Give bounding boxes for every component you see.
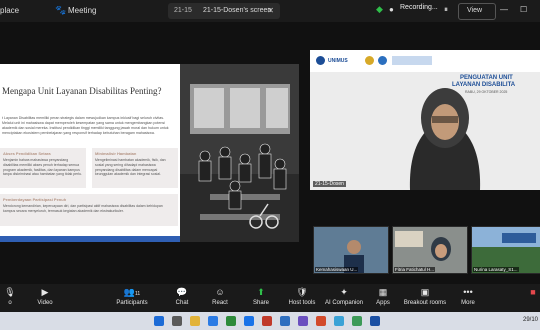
chrome-icon[interactable] <box>226 316 236 326</box>
university-logo-icon <box>316 56 325 65</box>
app-icon[interactable] <box>316 316 326 326</box>
app-icon[interactable] <box>334 316 344 326</box>
minimize-icon[interactable]: — <box>500 5 508 14</box>
slide-intro: t Layanan Disabilitas memiliki peran str… <box>2 116 169 135</box>
ai-companion-button[interactable]: ✦ AI Companion <box>322 284 366 312</box>
more-icon: ••• <box>463 287 473 297</box>
view-button[interactable]: View <box>458 3 496 20</box>
active-speaker-video[interactable]: UNIMUS PENGUATAN UNIT LAYANAN DISABILITA… <box>310 50 540 190</box>
participants-button[interactable]: 👥11 Participants <box>110 284 154 312</box>
search-icon[interactable] <box>172 316 182 326</box>
view-label: View <box>467 7 483 14</box>
recording-status[interactable]: Recording... <box>400 4 438 11</box>
shield-check-icon[interactable]: ◆ <box>376 4 383 15</box>
shared-screen-label: 21-15-Dosen's screen <box>203 7 272 14</box>
os-taskbar: 29/10 <box>0 312 540 330</box>
file-explorer-icon[interactable] <box>190 316 200 326</box>
host-tools-button[interactable]: 🛡 Host tools <box>286 284 318 312</box>
breakout-rooms-button[interactable]: ▣ Breakout rooms <box>402 284 448 312</box>
shield-icon: 🛡 <box>296 287 308 297</box>
close-icon[interactable]: ✕ <box>267 6 274 15</box>
participant-name: Fitria Fatichatul H... <box>394 267 436 272</box>
university-logo: UNIMUS <box>328 58 348 64</box>
paw-icon: 🐾 <box>55 5 67 15</box>
slide-title: Mengapa Unit Layanan Disabilitas Penting… <box>2 86 162 96</box>
chat-button[interactable]: 💬 Chat <box>170 284 194 312</box>
windows-start-icon[interactable] <box>154 316 164 326</box>
react-icon: ☺ <box>215 287 225 297</box>
shared-screen-pill[interactable]: 21-15 21-15-Dosen's screen ✕ <box>168 3 280 19</box>
participant-thumbnail[interactable]: Kemahasiswaan U... <box>313 226 389 274</box>
box-text: Mengeliminasi hambatan akademik, fisik, … <box>95 158 166 177</box>
word-icon[interactable] <box>280 316 290 326</box>
box-text: Menjamin bahwa mahasiswa penyandang disa… <box>3 158 82 177</box>
teams-icon[interactable] <box>298 316 308 326</box>
share-button[interactable]: ⬆ Share <box>248 284 274 312</box>
edge-icon[interactable] <box>208 316 218 326</box>
participant-thumbnail[interactable]: Fitria Fatichatul H... <box>392 226 468 274</box>
mic-icon: 🎙 <box>4 287 16 297</box>
speaker-figure <box>409 88 481 190</box>
partner-logo-icon <box>378 56 387 65</box>
apps-button[interactable]: ▦ Apps <box>373 284 393 312</box>
box-title: Pemberdayaan Partisipasi Penuh <box>3 197 67 202</box>
audio-button[interactable]: 🎙 o <box>0 284 20 312</box>
box-title: Akses Pendidikan Setara <box>3 151 51 156</box>
speaker-name: 21-15-Dosen <box>313 181 346 187</box>
box-title: Minimalisir Hambatan <box>95 151 137 156</box>
participants-icon: 👥11 <box>123 287 141 297</box>
apps-icon: ▦ <box>378 287 388 297</box>
partner-logo-strip <box>392 56 432 65</box>
box-text: Mendorong kemandirian, kepercayaan diri,… <box>3 204 163 213</box>
mic-status-icon: ● <box>389 5 394 14</box>
more-button[interactable]: ••• More <box>457 284 479 312</box>
meeting-label[interactable]: Meeting <box>68 6 96 15</box>
shared-slide: Mengapa Unit Layanan Disabilitas Penting… <box>0 64 299 242</box>
app-icon[interactable] <box>352 316 362 326</box>
recording-pause-icon[interactable]: ⏸ <box>444 5 448 15</box>
ai-icon: ✦ <box>340 287 348 297</box>
meeting-toolbar: 🎙 o ▶ Video 👥11 Participants 💬 Chat ☺ React ⬆… <box>0 284 540 312</box>
leave-button-partial[interactable]: ■ <box>526 284 540 312</box>
react-button[interactable]: ☺ React <box>207 284 233 312</box>
app-title: place <box>0 6 20 15</box>
participant-thumbnail[interactable]: Nurina Larasaty_S1... <box>471 226 540 274</box>
taskbar-clock[interactable]: 29/10 <box>523 317 538 323</box>
participant-name: Nurina Larasaty_S1... <box>473 267 519 272</box>
zoom-icon[interactable] <box>244 316 254 326</box>
share-icon: ⬆ <box>257 287 265 297</box>
classroom-illustration <box>180 64 299 242</box>
chat-icon: 💬 <box>176 287 188 297</box>
participant-name: Kemahasiswaan U... <box>315 267 359 272</box>
powerpoint-icon[interactable] <box>262 316 272 326</box>
maximize-icon[interactable]: ☐ <box>520 5 527 14</box>
info-box-access: Akses Pendidikan Setara Menjamin bahwa m… <box>0 148 86 188</box>
slide-footer <box>0 236 180 242</box>
partner-logo-icon <box>365 56 374 65</box>
screen-number: 21-15 <box>174 7 192 14</box>
info-box-barriers: Minimalisir Hambatan Mengeliminasi hamba… <box>92 148 178 188</box>
video-button[interactable]: ▶ Video <box>30 284 60 312</box>
app-icon[interactable] <box>370 316 380 326</box>
info-box-participation: Pemberdayaan Partisipasi Penuh Mendorong… <box>0 194 178 226</box>
leave-icon: ■ <box>530 287 536 297</box>
breakout-icon: ▣ <box>420 287 430 297</box>
video-icon: ▶ <box>41 287 49 297</box>
meeting-topbar: place 🐾 Meeting 21-15 21-15-Dosen's scre… <box>0 0 540 22</box>
